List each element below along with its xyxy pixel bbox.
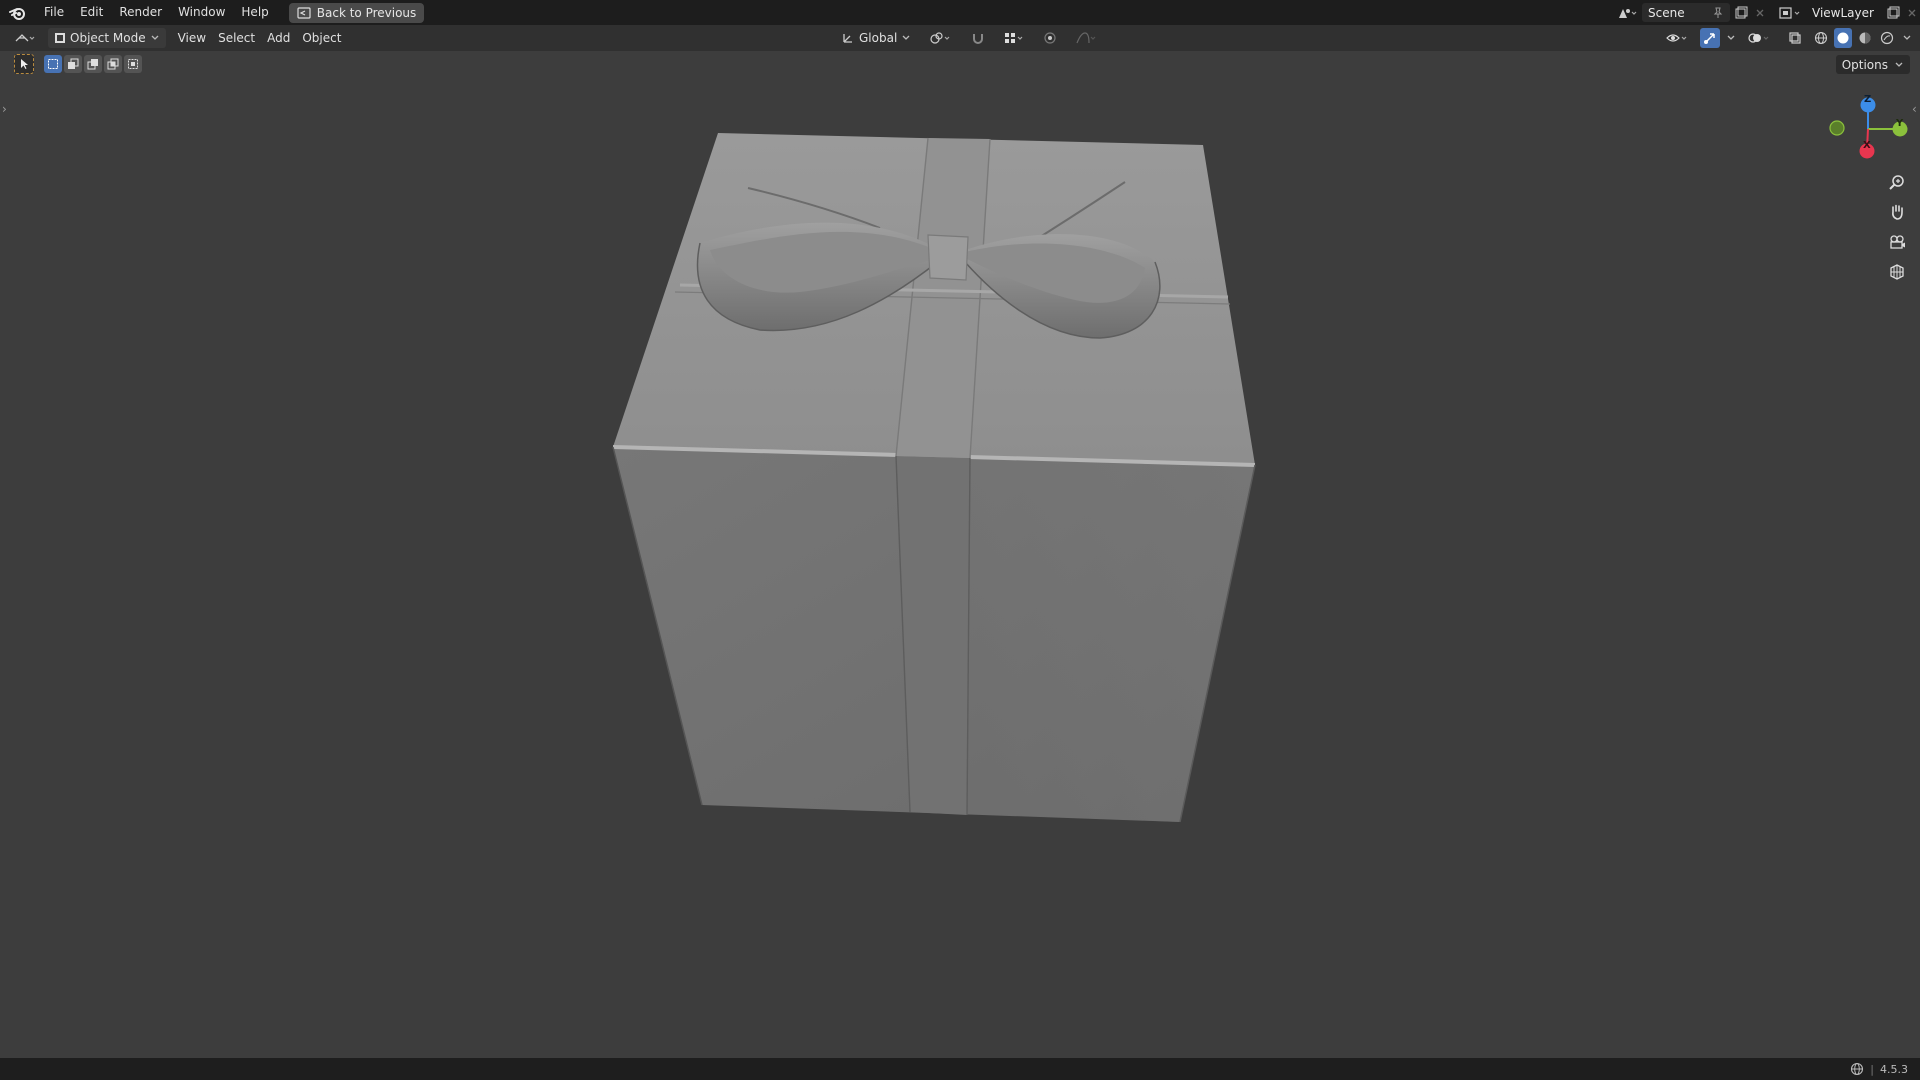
shading-dropdown[interactable]: [1900, 28, 1914, 48]
navigation-gizmo[interactable]: Z Y X: [1822, 94, 1912, 165]
viewport-header: Object Mode View Select Add Object Globa…: [0, 25, 1920, 51]
wireframe-sphere-icon: [1814, 31, 1828, 45]
menu-help[interactable]: Help: [233, 0, 276, 25]
3d-viewport-icon: [14, 31, 38, 45]
wireframe-shading-button[interactable]: [1812, 28, 1830, 48]
toolbar-expand-arrow[interactable]: ›: [2, 102, 7, 116]
camera-icon: [1888, 233, 1906, 251]
proportional-editing-icon: [1043, 31, 1057, 45]
proportional-editing-toggle[interactable]: [1037, 28, 1063, 48]
material-sphere-icon: [1858, 31, 1872, 45]
menu-file[interactable]: File: [36, 0, 72, 25]
view-layer-field[interactable]: ViewLayer: [1806, 3, 1882, 22]
chevron-down-icon: [150, 34, 160, 42]
visibility-eye-icon: [1666, 31, 1690, 45]
menu-select[interactable]: Select: [212, 28, 261, 48]
blender-logo-icon[interactable]: [0, 0, 36, 25]
version-label: 4.5.3: [1880, 1062, 1908, 1076]
pin-icon[interactable]: [1712, 7, 1724, 19]
camera-view-button[interactable]: [1885, 230, 1909, 254]
zoom-icon: [1888, 174, 1906, 192]
new-view-layer-icon[interactable]: [1882, 3, 1904, 22]
scene-icon[interactable]: [1612, 3, 1642, 22]
back-to-previous-icon: [297, 6, 311, 19]
snap-target-dropdown[interactable]: [997, 28, 1031, 48]
object-mode-dropdown[interactable]: Object Mode: [48, 28, 166, 48]
gizmos-dropdown[interactable]: [1724, 28, 1738, 48]
new-scene-icon[interactable]: [1730, 3, 1752, 22]
menu-add[interactable]: Add: [261, 28, 296, 48]
3d-viewport[interactable]: [0, 51, 1920, 1058]
editor-type-button[interactable]: [8, 28, 44, 48]
top-menu-bar: File Edit Render Window Help Back to Pre…: [0, 0, 1920, 25]
ortho-toggle-button[interactable]: [1885, 260, 1909, 284]
transform-orientation-dropdown[interactable]: Global: [835, 28, 917, 48]
object-mode-icon: [54, 32, 66, 44]
gizmo-y-label: Y: [1896, 118, 1904, 129]
back-to-previous-label: Back to Previous: [316, 5, 417, 20]
gizmo-x-label: X: [1863, 140, 1871, 151]
version-info: | 4.5.3: [1850, 1062, 1908, 1076]
menu-window[interactable]: Window: [170, 0, 233, 25]
menu-object[interactable]: Object: [296, 28, 347, 48]
gizmo-icon: [1703, 31, 1717, 45]
zoom-button[interactable]: [1885, 171, 1909, 195]
menu-view[interactable]: View: [172, 28, 212, 48]
gizmo-z-label: Z: [1864, 94, 1872, 105]
orientation-axes-icon: [841, 31, 855, 45]
snap-magnet-icon: [971, 31, 985, 45]
material-shading-button[interactable]: [1856, 28, 1874, 48]
scene-field[interactable]: Scene: [1642, 3, 1730, 22]
rendered-shading-button[interactable]: [1878, 28, 1896, 48]
overlays-icon: [1748, 31, 1772, 45]
network-globe-icon: [1850, 1062, 1864, 1076]
pan-hand-icon: [1888, 203, 1906, 221]
xray-toggle[interactable]: [1782, 28, 1808, 48]
pan-button[interactable]: [1885, 200, 1909, 224]
ortho-grid-icon: [1888, 263, 1906, 281]
view-layer-name: ViewLayer: [1812, 5, 1874, 20]
solid-sphere-icon: [1836, 31, 1850, 45]
snap-increment-icon: [1003, 31, 1025, 45]
solid-shading-button[interactable]: [1834, 28, 1852, 48]
xray-icon: [1788, 31, 1802, 45]
pivot-point-icon: [929, 31, 953, 45]
menu-edit[interactable]: Edit: [72, 0, 111, 25]
status-bar: | 4.5.3: [0, 1058, 1920, 1080]
rendered-sphere-icon: [1880, 31, 1894, 45]
sidebar-expand-arrow[interactable]: ‹: [1912, 102, 1917, 116]
viewport-gizmos-toggle[interactable]: [1700, 28, 1720, 48]
chevron-down-icon: [901, 34, 911, 42]
object-mode-label: Object Mode: [70, 31, 146, 45]
falloff-curve-icon: [1075, 31, 1097, 45]
delete-view-layer-icon[interactable]: [1904, 3, 1920, 22]
back-to-previous-button[interactable]: Back to Previous: [288, 2, 425, 23]
pivot-point-dropdown[interactable]: [923, 28, 959, 48]
menu-render[interactable]: Render: [111, 0, 170, 25]
overlays-toggle[interactable]: [1742, 28, 1778, 48]
scene-name: Scene: [1648, 5, 1685, 20]
gift-box-model[interactable]: [0, 51, 1920, 1058]
view-layer-icon[interactable]: [1774, 3, 1806, 22]
delete-scene-icon[interactable]: [1752, 3, 1768, 22]
proportional-falloff-dropdown[interactable]: [1069, 28, 1103, 48]
object-visibility-dropdown[interactable]: [1660, 28, 1696, 48]
snap-toggle[interactable]: [965, 28, 991, 48]
transform-orientation-label: Global: [859, 31, 898, 45]
